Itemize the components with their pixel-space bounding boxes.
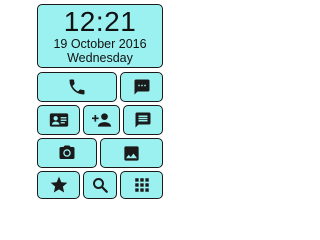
apps-button[interactable]	[120, 171, 163, 199]
add-contact-button[interactable]	[83, 105, 120, 135]
gallery-button[interactable]	[100, 138, 163, 168]
search-icon	[93, 178, 108, 193]
chat-bubble-icon	[134, 79, 149, 95]
message-list-icon	[135, 112, 151, 128]
add-contact-icon	[91, 113, 111, 127]
favorites-button[interactable]	[37, 171, 80, 199]
home-screen: 12:21 19 October 2016 Wednesday	[0, 0, 200, 200]
clock-date: 19 October 2016	[53, 37, 147, 51]
search-button[interactable]	[83, 171, 117, 199]
image-icon	[124, 145, 139, 161]
contacts-button[interactable]	[37, 105, 80, 135]
notes-button[interactable]	[123, 105, 163, 135]
clock-time: 12:21	[63, 6, 137, 37]
grid-icon	[134, 178, 149, 192]
phone-icon	[69, 79, 85, 95]
star-icon	[50, 176, 67, 193]
camera-button[interactable]	[37, 138, 97, 168]
camera-icon	[59, 145, 75, 159]
phone-button[interactable]	[37, 72, 117, 102]
messages-button[interactable]	[120, 72, 163, 102]
clock-weekday: Wednesday	[67, 51, 133, 65]
clock-panel[interactable]: 12:21 19 October 2016 Wednesday	[37, 4, 163, 68]
contact-card-icon	[49, 113, 68, 127]
